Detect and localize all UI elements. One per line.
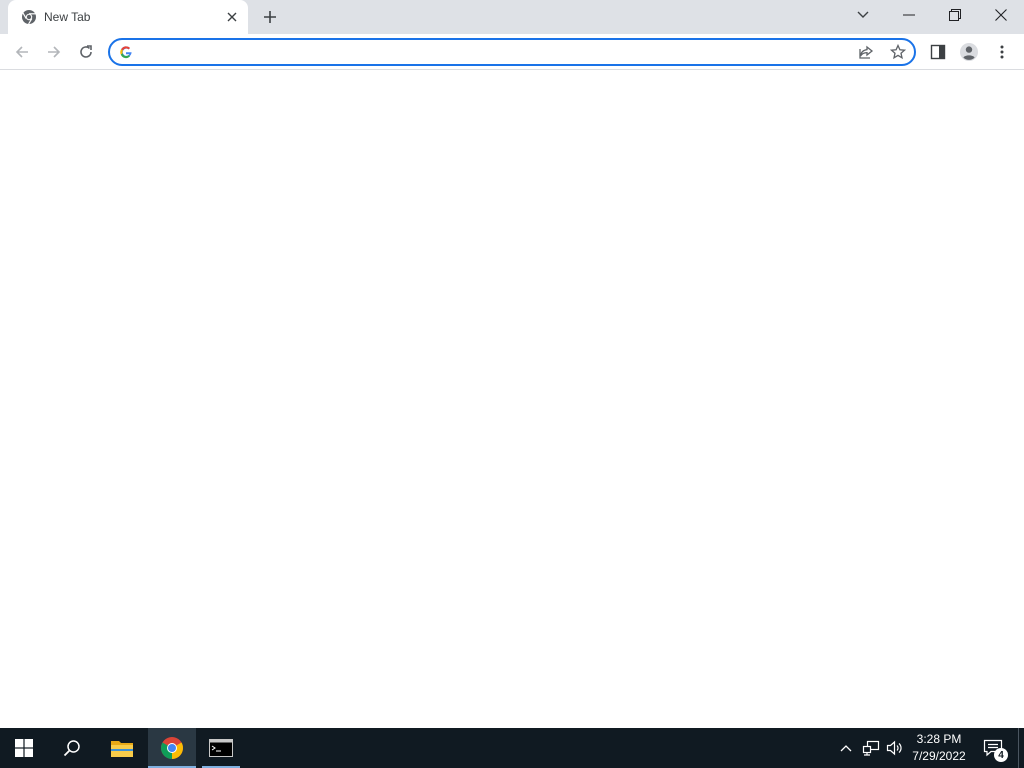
profile-button[interactable] <box>955 38 983 66</box>
show-hidden-icons-button[interactable] <box>836 728 856 768</box>
side-panel-icon <box>930 44 946 60</box>
arrow-left-icon <box>15 46 28 58</box>
command-prompt-icon <box>209 739 233 757</box>
action-center-button[interactable]: 4 <box>978 728 1008 768</box>
avatar-icon <box>960 43 978 61</box>
forward-button[interactable] <box>40 38 68 66</box>
taskbar-clock[interactable]: 3:28 PM 7/29/2022 <box>906 731 972 765</box>
restore-icon <box>949 9 961 21</box>
browser-toolbar <box>0 34 1024 70</box>
taskbar-command-prompt[interactable] <box>198 728 244 768</box>
file-explorer-icon <box>111 741 133 757</box>
tab-strip: New Tab <box>0 0 1024 34</box>
close-icon <box>995 9 1007 21</box>
taskbar-search-button[interactable] <box>48 728 96 768</box>
tab-new-tab[interactable]: New Tab <box>8 0 248 34</box>
taskbar: 3:28 PM 7/29/2022 4 <box>0 728 1024 768</box>
address-input[interactable] <box>144 42 844 62</box>
search-icon <box>63 740 80 757</box>
address-bar[interactable] <box>108 38 916 66</box>
network-icon <box>862 740 880 756</box>
clock-time: 3:28 PM <box>916 732 962 746</box>
close-window-button[interactable] <box>978 0 1024 30</box>
chrome-menu-button[interactable] <box>988 38 1016 66</box>
chevron-down-icon <box>857 11 869 18</box>
taskbar-file-explorer[interactable] <box>98 728 146 768</box>
chrome-icon <box>21 9 37 25</box>
tab-search-button[interactable] <box>850 5 876 25</box>
close-tab-icon[interactable] <box>224 9 240 25</box>
chevron-up-icon <box>840 745 852 752</box>
side-panel-button[interactable] <box>924 38 952 66</box>
restore-button[interactable] <box>932 0 978 30</box>
back-button[interactable] <box>8 38 36 66</box>
new-tab-button[interactable] <box>258 5 282 29</box>
clock-date: 7/29/2022 <box>912 749 966 763</box>
reload-button[interactable] <box>72 38 100 66</box>
chrome-icon <box>161 737 183 759</box>
notification-count-badge: 4 <box>994 748 1008 762</box>
volume-button[interactable] <box>884 728 906 768</box>
bookmark-star-icon[interactable] <box>888 43 908 61</box>
minimize-icon <box>903 14 915 16</box>
show-desktop-button[interactable] <box>1018 728 1024 768</box>
speaker-icon <box>886 740 902 756</box>
minimize-button[interactable] <box>886 0 932 30</box>
taskbar-chrome[interactable] <box>148 728 196 768</box>
tab-title: New Tab <box>44 10 91 24</box>
arrow-right-icon <box>48 46 61 58</box>
reload-icon <box>80 45 92 58</box>
plus-icon <box>264 11 276 23</box>
start-button[interactable] <box>0 728 48 768</box>
windows-start-icon <box>15 739 33 757</box>
page-content <box>0 71 1024 728</box>
google-icon <box>119 45 133 59</box>
share-icon[interactable] <box>856 43 876 61</box>
network-button[interactable] <box>860 728 882 768</box>
more-vertical-icon <box>1000 45 1004 59</box>
